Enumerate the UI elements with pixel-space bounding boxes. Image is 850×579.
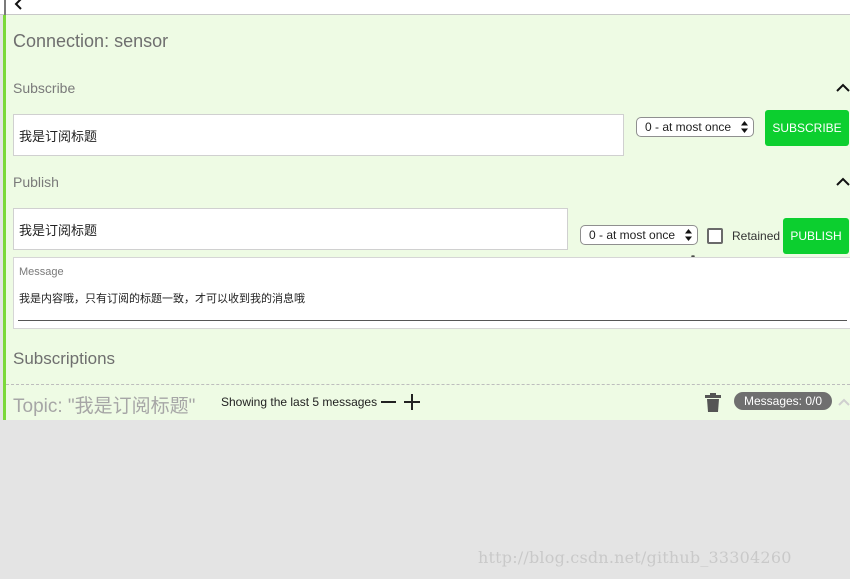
subscribe-qos-select[interactable]: 0 - at most once [636, 117, 754, 137]
subscriptions-divider [6, 384, 850, 385]
watermark-text: http://blog.csdn.net/github_33304260 [478, 548, 792, 567]
publish-qos-select[interactable]: 0 - at most once [580, 225, 698, 245]
chevron-up-icon[interactable] [835, 174, 850, 190]
publish-section-label: Publish [13, 174, 59, 190]
retained-checkbox[interactable] [707, 228, 723, 244]
message-input[interactable]: 我是内容哦，只有订阅的标题一致，才可以收到我的消息哦 [19, 290, 305, 306]
message-label: Message [19, 266, 64, 278]
subscribe-topic-input[interactable]: 我是订阅标题 [13, 114, 624, 156]
select-arrows-icon [741, 121, 748, 133]
subscribe-qos-value: 0 - at most once [645, 120, 732, 134]
connection-panel: Connection: sensor Subscribe 我是订阅标题 0 - … [3, 15, 850, 420]
minus-icon[interactable] [381, 400, 396, 404]
top-bar-edge [4, 0, 6, 15]
subscribe-section-label: Subscribe [13, 80, 76, 96]
message-field[interactable]: Message 我是内容哦，只有订阅的标题一致，才可以收到我的消息哦 [13, 257, 850, 329]
plus-icon[interactable] [404, 394, 420, 410]
top-bar [0, 0, 850, 15]
trash-icon[interactable] [705, 393, 721, 412]
subscriptions-title: Subscriptions [13, 349, 116, 368]
select-arrows-icon [685, 229, 692, 241]
subscription-topic-title: Topic: "我是订阅标题" [13, 396, 196, 417]
message-underline [18, 320, 847, 321]
publish-qos-value: 0 - at most once [589, 228, 676, 242]
subscribe-button[interactable]: SUBSCRIBE [765, 110, 849, 146]
publish-button[interactable]: PUBLISH [783, 218, 849, 254]
publish-topic-input[interactable]: 我是订阅标题 [13, 208, 568, 250]
retained-label: Retained [732, 229, 781, 243]
messages-count-badge: Messages: 0/0 [734, 392, 832, 410]
showing-count-text: Showing the last 5 messages [221, 395, 378, 409]
back-arrow-icon[interactable] [12, 0, 26, 11]
chevron-up-icon[interactable] [835, 80, 850, 96]
chevron-up-icon[interactable] [837, 396, 850, 408]
connection-title: Connection: sensor [13, 31, 169, 51]
